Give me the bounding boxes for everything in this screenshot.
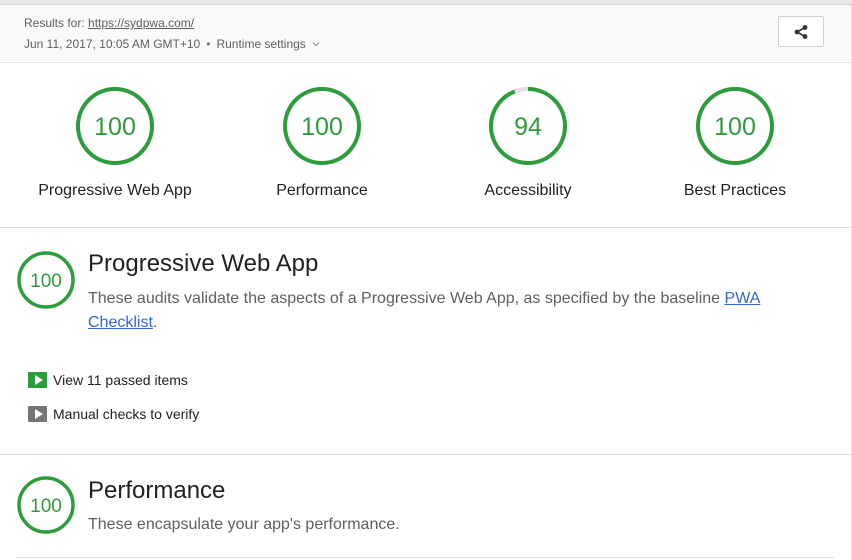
report-meta: Jun 11, 2017, 10:05 AM GMT+10 • Runtime …: [24, 37, 321, 51]
pwa-section-description: These audits validate the aspects of a P…: [88, 287, 828, 335]
pwa-score-gauge: 100: [17, 251, 75, 309]
results-prefix: Results for:: [24, 16, 85, 30]
divider: [16, 557, 834, 558]
gauge-performance[interactable]: 100 Performance: [242, 85, 402, 200]
passed-items-label: View 11 passed items: [53, 372, 188, 388]
pwa-desc-end: .: [152, 314, 158, 331]
meta-separator: •: [206, 37, 211, 51]
runtime-settings-toggle[interactable]: Runtime settings: [216, 37, 305, 51]
passed-items-toggle[interactable]: View 11 passed items: [28, 372, 188, 388]
performance-score: 100: [30, 496, 62, 517]
score-summary: 100 Progressive Web App 100 Performance …: [0, 63, 852, 228]
gauge-best-practices[interactable]: 100 Best Practices: [655, 85, 815, 200]
gauge-score: 100: [94, 113, 136, 141]
performance-section-description: These encapsulate your app's performance…: [88, 516, 400, 533]
gauge-pwa[interactable]: 100 Progressive Web App: [35, 85, 195, 200]
gauge-score: 100: [714, 113, 756, 141]
share-icon: [794, 24, 808, 39]
chevron-down-icon[interactable]: [311, 39, 321, 49]
tested-url-link[interactable]: https://sydpwa.com/: [88, 16, 194, 30]
report-date: Jun 11, 2017, 10:05 AM GMT+10: [24, 37, 201, 51]
score-gauge: 94: [489, 87, 567, 165]
gauge-score: 94: [514, 113, 542, 141]
performance-section: 100 Performance These encapsulate your a…: [0, 455, 852, 560]
manual-checks-label: Manual checks to verify: [53, 406, 200, 422]
gauge-label: Performance: [276, 182, 368, 199]
gauge-label: Accessibility: [484, 182, 572, 199]
pwa-section: 100 Progressive Web App These audits val…: [0, 228, 852, 455]
play-triangle-icon: [28, 406, 47, 422]
score-gauge: 100: [696, 87, 774, 165]
report-header: Results for: https://sydpwa.com/ Jun 11,…: [0, 5, 852, 63]
pwa-score: 100: [30, 271, 62, 292]
gauge-label: Progressive Web App: [38, 182, 192, 199]
pwa-section-title: Progressive Web App: [88, 250, 319, 277]
share-button[interactable]: [778, 16, 824, 47]
gauge-label: Best Practices: [683, 182, 787, 199]
gauge-accessibility[interactable]: 94 Accessibility: [448, 85, 608, 200]
performance-section-title: Performance: [88, 477, 226, 504]
play-triangle-icon: [28, 372, 47, 388]
results-for: Results for: https://sydpwa.com/: [24, 16, 194, 30]
gauge-score: 100: [301, 113, 343, 141]
pwa-desc-text: These audits validate the aspects of a P…: [88, 290, 725, 307]
manual-checks-toggle[interactable]: Manual checks to verify: [28, 406, 199, 422]
score-gauge: 100: [76, 87, 154, 165]
score-gauge: 100: [283, 87, 361, 165]
performance-score-gauge: 100: [17, 476, 75, 534]
